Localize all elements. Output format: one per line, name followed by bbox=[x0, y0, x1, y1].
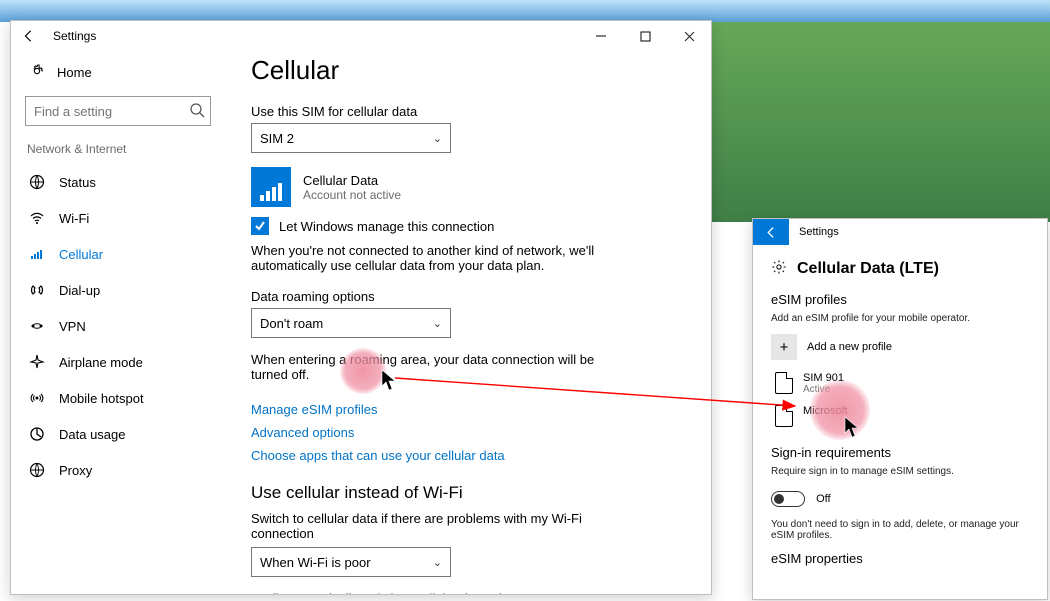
close-button[interactable] bbox=[667, 21, 711, 51]
search-input-wrap bbox=[25, 96, 211, 126]
nav-hotspot[interactable]: Mobile hotspot bbox=[25, 380, 211, 416]
nav-airplane[interactable]: Airplane mode bbox=[25, 344, 211, 380]
dialup-icon bbox=[29, 282, 45, 298]
titlebar: Settings bbox=[753, 219, 1047, 245]
status-icon bbox=[29, 174, 45, 190]
add-profile-label: Add a new profile bbox=[807, 341, 892, 353]
esim-profiles-sub: Add an eSIM profile for your mobile oper… bbox=[771, 313, 1029, 324]
hotspot-icon bbox=[29, 390, 45, 406]
signin-toggle[interactable] bbox=[771, 491, 805, 507]
nav-label: Proxy bbox=[59, 463, 92, 478]
proxy-icon bbox=[29, 462, 45, 478]
nav-label: Data usage bbox=[59, 427, 126, 442]
chevron-down-icon: ⌄ bbox=[433, 556, 442, 569]
plus-icon: + bbox=[771, 334, 797, 360]
roam-value: Don't roam bbox=[260, 316, 323, 331]
desktop-background-mid bbox=[712, 22, 1050, 222]
esim-profile-1[interactable]: SIM 901 Active bbox=[771, 372, 1029, 395]
back-button[interactable] bbox=[15, 22, 43, 50]
search-icon bbox=[189, 102, 205, 121]
tile-title: Cellular Data bbox=[303, 173, 401, 188]
sim-icon bbox=[775, 372, 793, 394]
nav-label: Airplane mode bbox=[59, 355, 143, 370]
esim-profiles-heading: eSIM profiles bbox=[771, 292, 1029, 307]
toggle-label: Off bbox=[816, 493, 830, 505]
add-profile-button[interactable]: + Add a new profile bbox=[771, 334, 1029, 360]
manage-connection-desc: When you're not connected to another kin… bbox=[251, 243, 611, 273]
airplane-icon bbox=[29, 354, 45, 370]
fallback-heading: Use cellular instead of Wi-Fi bbox=[251, 483, 681, 503]
checkbox-checked[interactable] bbox=[251, 217, 269, 235]
maximize-button[interactable] bbox=[623, 21, 667, 51]
roam-desc: When entering a roaming area, your data … bbox=[251, 352, 611, 382]
highlight-spot-2 bbox=[810, 380, 870, 440]
back-button[interactable] bbox=[753, 219, 789, 245]
page-heading: Cellular Data (LTE) bbox=[797, 260, 939, 278]
esim-properties-heading: eSIM properties bbox=[771, 551, 1029, 566]
chevron-down-icon: ⌄ bbox=[433, 132, 442, 145]
titlebar: Settings bbox=[11, 21, 711, 51]
nav-label: Status bbox=[59, 175, 96, 190]
nav-label: Dial-up bbox=[59, 283, 100, 298]
fallback-select[interactable]: When Wi-Fi is poor ⌄ bbox=[251, 547, 451, 577]
sim-select[interactable]: SIM 2 ⌄ bbox=[251, 123, 451, 153]
search-input[interactable] bbox=[25, 96, 211, 126]
settings-window-esim: Settings Cellular Data (LTE) eSIM profil… bbox=[752, 218, 1048, 600]
nav-label: Wi-Fi bbox=[59, 211, 89, 226]
gear-icon bbox=[771, 259, 787, 278]
nav-cellular[interactable]: Cellular bbox=[25, 236, 211, 272]
minimize-button[interactable] bbox=[579, 21, 623, 51]
manage-connection-checkbox-row[interactable]: Let Windows manage this connection bbox=[251, 217, 681, 235]
link-choose-apps[interactable]: Choose apps that can use your cellular d… bbox=[251, 448, 505, 463]
signin-desc: You don't need to sign in to add, delete… bbox=[771, 519, 1029, 541]
signal-bars-icon bbox=[251, 167, 291, 207]
signin-sub: Require sign in to manage eSIM settings. bbox=[771, 466, 1029, 477]
home-label: Home bbox=[57, 65, 92, 80]
section-label: Network & Internet bbox=[27, 142, 211, 156]
sim-select-label: Use this SIM for cellular data bbox=[251, 104, 681, 119]
home-nav[interactable]: Home bbox=[25, 57, 211, 96]
roam-select[interactable]: Don't roam ⌄ bbox=[251, 308, 451, 338]
fallback-value: When Wi-Fi is poor bbox=[260, 555, 371, 570]
link-advanced-options[interactable]: Advanced options bbox=[251, 425, 354, 440]
window-title: Settings bbox=[53, 29, 96, 43]
signin-heading: Sign-in requirements bbox=[771, 445, 1029, 460]
sim-icon bbox=[775, 405, 793, 427]
page-heading: Cellular bbox=[251, 55, 681, 86]
nav-wifi[interactable]: Wi-Fi bbox=[25, 200, 211, 236]
desktop-background-top bbox=[0, 0, 1050, 22]
wifi-icon bbox=[29, 210, 45, 226]
content-pane: Cellular Data (LTE) eSIM profiles Add an… bbox=[753, 245, 1047, 582]
fallback-desc: We'll automatically switch to cellular d… bbox=[251, 591, 611, 594]
highlight-spot-1 bbox=[340, 348, 386, 394]
gear-icon bbox=[29, 63, 45, 82]
settings-window-main: Settings Home Network bbox=[10, 20, 712, 595]
window-title: Settings bbox=[799, 226, 839, 238]
vpn-icon bbox=[29, 318, 45, 334]
nav-label: VPN bbox=[59, 319, 86, 334]
nav-label: Cellular bbox=[59, 247, 103, 262]
nav-vpn[interactable]: VPN bbox=[25, 308, 211, 344]
nav-status[interactable]: Status bbox=[25, 164, 211, 200]
roam-label: Data roaming options bbox=[251, 289, 681, 304]
sidebar: Home Network & Internet Status Wi-Fi Cel… bbox=[11, 51, 221, 594]
tile-subtitle: Account not active bbox=[303, 188, 401, 202]
fallback-label: Switch to cellular data if there are pro… bbox=[251, 511, 611, 541]
manage-connection-label: Let Windows manage this connection bbox=[279, 219, 494, 234]
chevron-down-icon: ⌄ bbox=[433, 317, 442, 330]
content-pane: Cellular Use this SIM for cellular data … bbox=[221, 51, 711, 594]
cellular-tile-row[interactable]: Cellular Data Account not active bbox=[251, 167, 681, 207]
cellular-icon bbox=[29, 246, 45, 262]
link-manage-esim[interactable]: Manage eSIM profiles bbox=[251, 402, 377, 417]
nav-label: Mobile hotspot bbox=[59, 391, 144, 406]
datausage-icon bbox=[29, 426, 45, 442]
nav-proxy[interactable]: Proxy bbox=[25, 452, 211, 488]
heading-row: Cellular Data (LTE) bbox=[771, 259, 1029, 278]
sim-select-value: SIM 2 bbox=[260, 131, 294, 146]
nav-datausage[interactable]: Data usage bbox=[25, 416, 211, 452]
nav-dialup[interactable]: Dial-up bbox=[25, 272, 211, 308]
